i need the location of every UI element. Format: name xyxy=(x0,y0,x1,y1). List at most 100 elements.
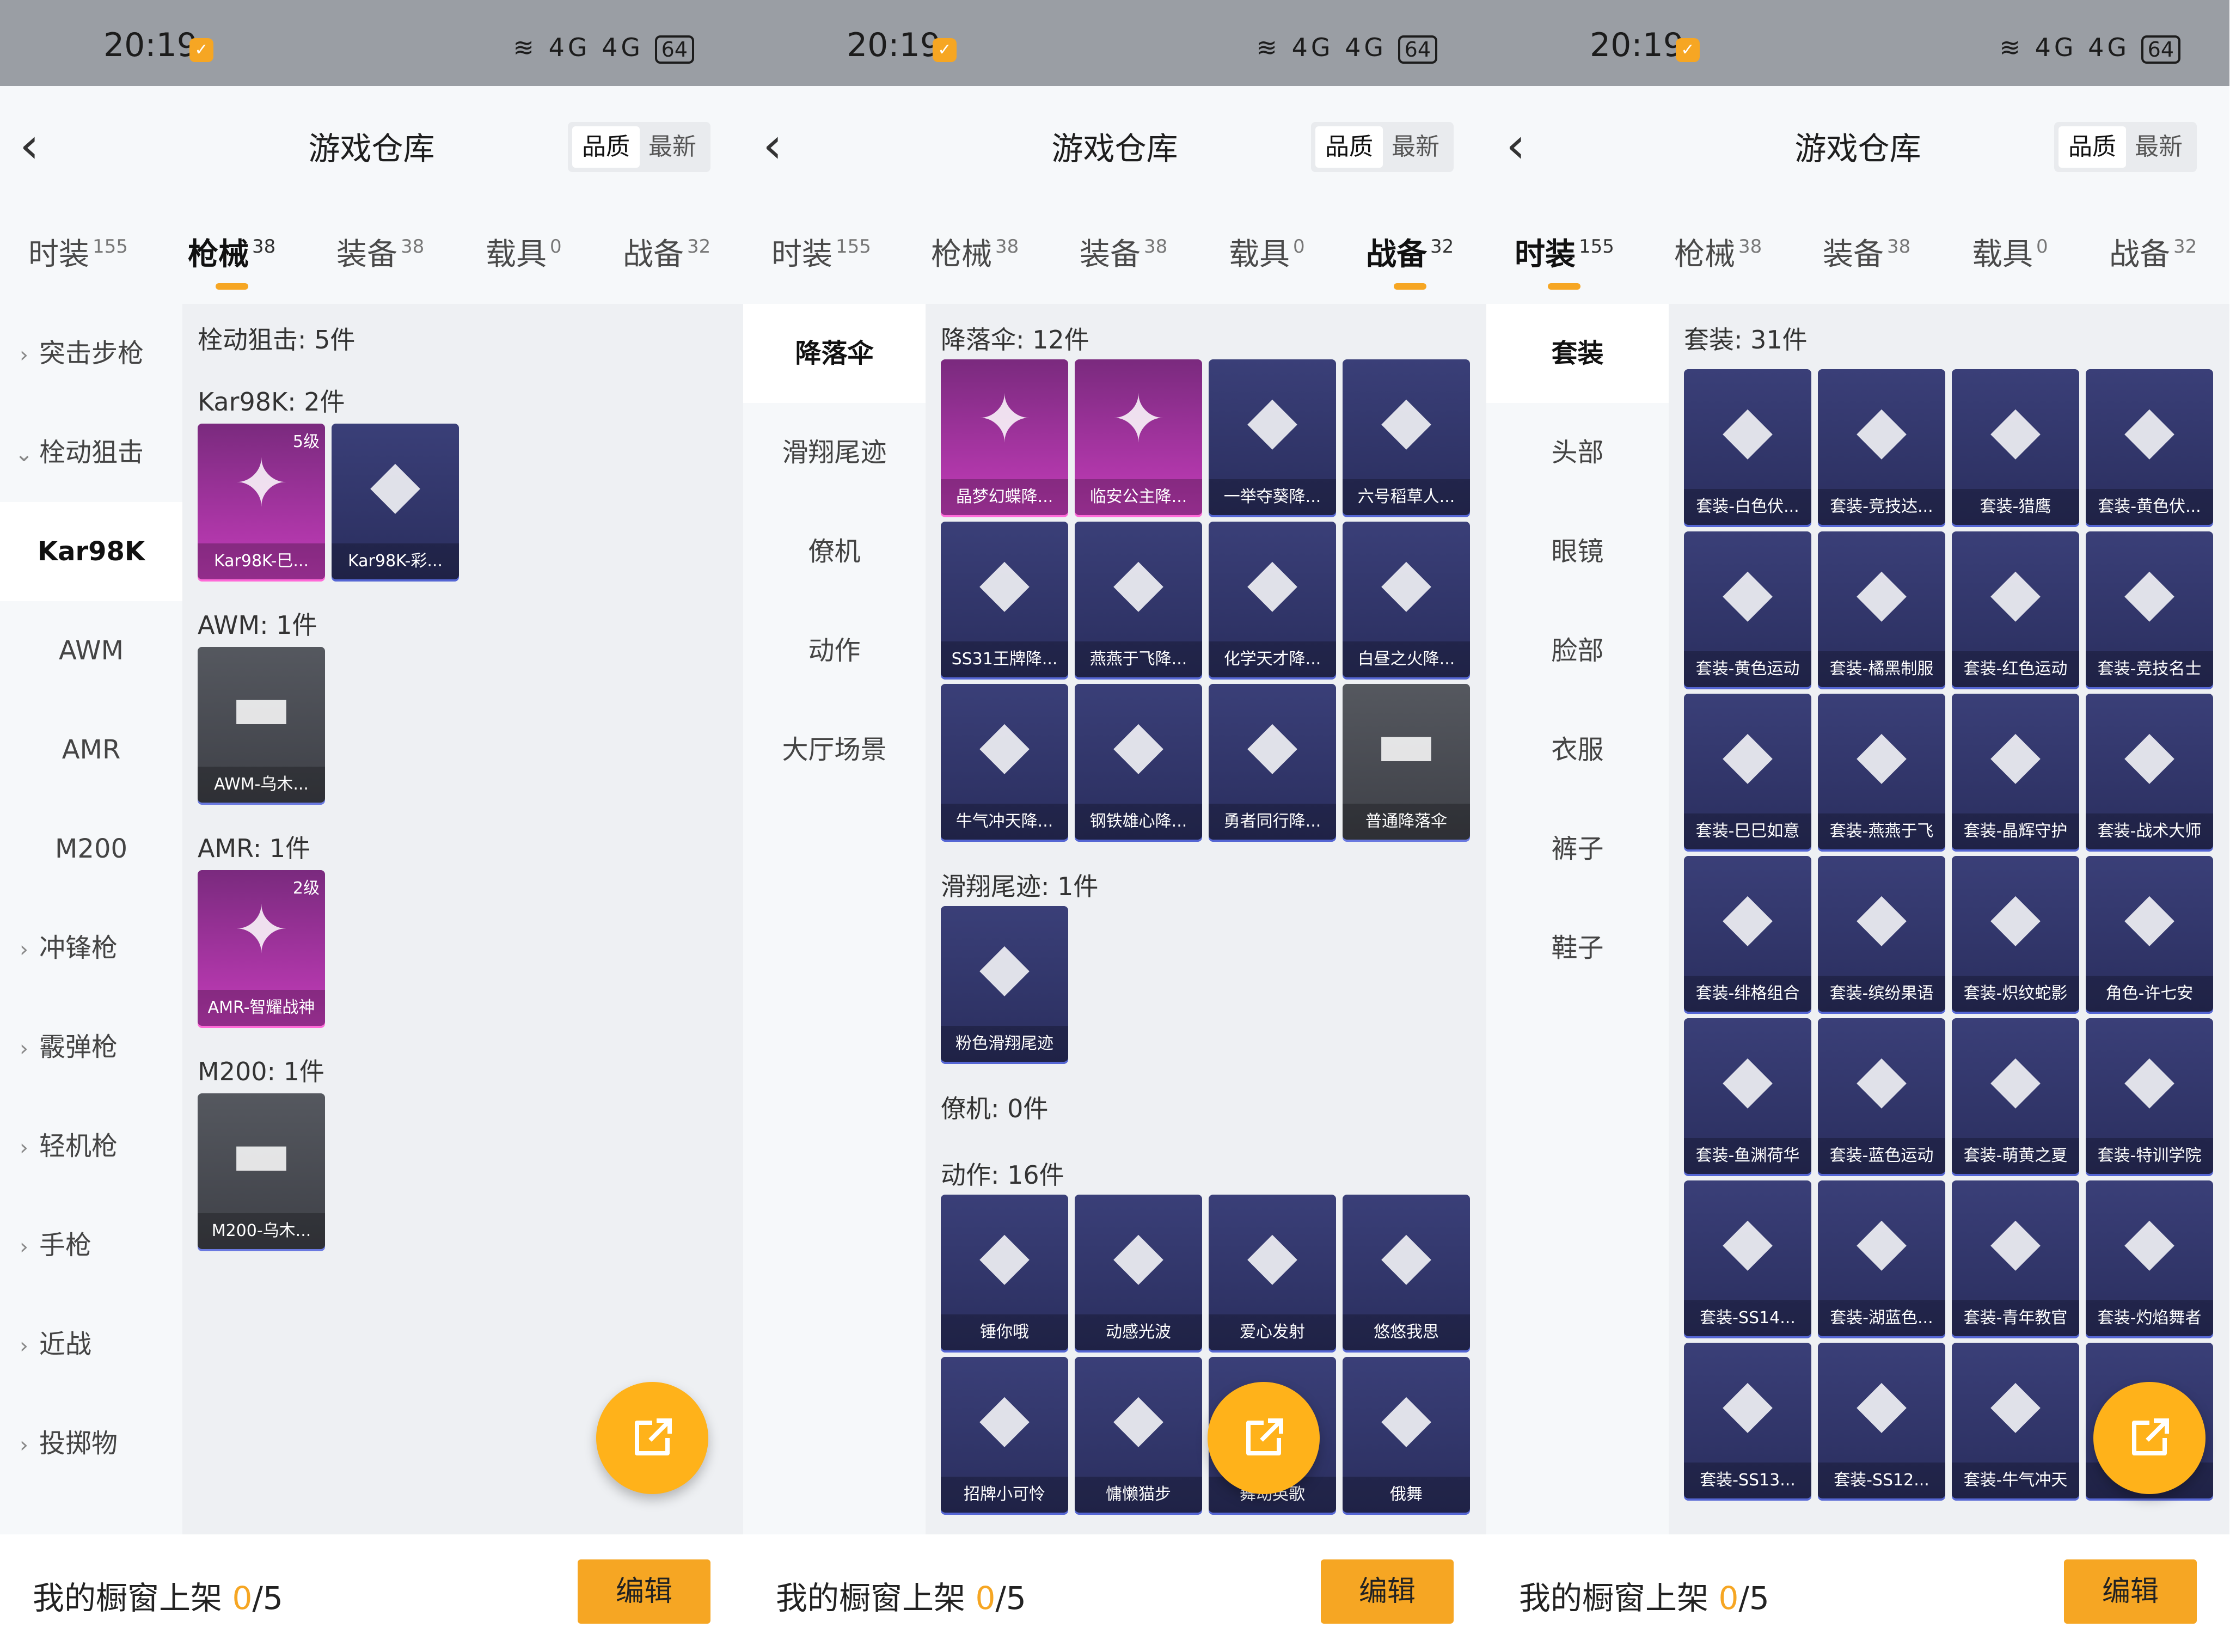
tab-0[interactable]: 时装 155 xyxy=(28,230,128,290)
item-card[interactable]: ◆ 套装-猎鹰 xyxy=(1952,369,2079,525)
sidebar-item-5[interactable]: M200 xyxy=(0,799,182,898)
tab-4[interactable]: 战备 32 xyxy=(1366,230,1454,290)
tab-1[interactable]: 枪械 38 xyxy=(931,230,1019,290)
item-card[interactable]: ◆ 燕燕于飞降... xyxy=(1075,522,1202,677)
item-card[interactable]: ◆ 套装-青年教官 xyxy=(1952,1180,2079,1336)
item-card[interactable]: ✦ AMR-智耀战神 2级 xyxy=(198,870,325,1026)
tab-3[interactable]: 载具 0 xyxy=(1972,230,2048,290)
item-card[interactable]: ◆ 套装-湖蓝色... xyxy=(1818,1180,1945,1336)
tab-2[interactable]: 装备 38 xyxy=(1080,230,1167,290)
sidebar-item-1[interactable]: ⌄ 栓动狙击 xyxy=(0,403,182,502)
tab-0[interactable]: 时装 155 xyxy=(1515,230,1614,290)
sort-latest-button[interactable]: 最新 xyxy=(2125,126,2192,168)
tab-3[interactable]: 载具 0 xyxy=(486,230,562,290)
item-card[interactable]: ◆ 套装-SS13... xyxy=(1684,1343,1811,1498)
sidebar-item-3[interactable]: AWM xyxy=(0,601,182,700)
item-card[interactable]: ◆ 牛气冲天降... xyxy=(941,684,1068,840)
sidebar-item-2[interactable]: 眼镜 xyxy=(1486,502,1669,601)
sort-quality-button[interactable]: 品质 xyxy=(572,126,640,168)
item-card[interactable]: ◆ 套装-特训学院 xyxy=(2086,1018,2213,1174)
sidebar-item-5[interactable]: 裤子 xyxy=(1486,799,1669,898)
item-card[interactable]: ◆ 白昼之火降... xyxy=(1343,522,1470,677)
sidebar-item-2[interactable]: 僚机 xyxy=(743,502,926,601)
item-card[interactable]: ◆ 套装-黄色运动 xyxy=(1684,531,1811,687)
edit-button[interactable]: 编辑 xyxy=(1321,1559,1454,1624)
item-card[interactable]: ◆ 套装-炽纹蛇影 xyxy=(1952,856,2079,1012)
tab-4[interactable]: 战备 32 xyxy=(623,230,710,290)
edit-button[interactable]: 编辑 xyxy=(2064,1559,2197,1624)
sidebar-item-8[interactable]: › 轻机枪 xyxy=(0,1097,182,1196)
item-card[interactable]: ▬ 普通降落伞 xyxy=(1343,684,1470,840)
item-card[interactable]: ◆ 六号稻草人... xyxy=(1343,359,1470,515)
share-fab-button[interactable] xyxy=(2093,1382,2206,1494)
sidebar-item-1[interactable]: 头部 xyxy=(1486,403,1669,502)
item-card[interactable]: ▬ AWM-乌木... xyxy=(198,647,325,803)
item-card[interactable]: ◆ 一举夺葵降... xyxy=(1209,359,1336,515)
item-card[interactable]: ◆ 套装-灼焰舞者 xyxy=(2086,1180,2213,1336)
item-card[interactable]: ◆ 套装-战术大师 xyxy=(2086,694,2213,849)
sidebar-item-11[interactable]: › 投掷物 xyxy=(0,1394,182,1493)
sidebar-item-6[interactable]: › 冲锋枪 xyxy=(0,898,182,998)
tab-1[interactable]: 枪械 38 xyxy=(188,230,275,290)
item-card[interactable]: ◆ 套装-黄色伏... xyxy=(2086,369,2213,525)
item-card[interactable]: ◆ 套装-SS14... xyxy=(1684,1180,1811,1336)
item-card[interactable]: ◆ Kar98K-彩... xyxy=(332,424,459,579)
tab-4[interactable]: 战备 32 xyxy=(2109,230,2197,290)
tab-2[interactable]: 装备 38 xyxy=(336,230,424,290)
item-card[interactable]: ◆ 锤你哦 xyxy=(941,1195,1068,1350)
sort-latest-button[interactable]: 最新 xyxy=(639,126,706,168)
sidebar-item-6[interactable]: 鞋子 xyxy=(1486,898,1669,998)
sort-quality-button[interactable]: 品质 xyxy=(2059,126,2126,168)
item-card[interactable]: ◆ 化学天才降... xyxy=(1209,522,1336,677)
tab-3[interactable]: 载具 0 xyxy=(1229,230,1305,290)
sidebar-item-0[interactable]: 降落伞 xyxy=(743,304,926,403)
sidebar-item-3[interactable]: 脸部 xyxy=(1486,601,1669,700)
item-card[interactable]: ◆ 套装-SS12... xyxy=(1818,1343,1945,1498)
item-card[interactable]: ◆ 粉色滑翔尾迹 xyxy=(941,906,1068,1062)
item-card[interactable]: ◆ 悠悠我思 xyxy=(1343,1195,1470,1350)
sidebar-item-1[interactable]: 滑翔尾迹 xyxy=(743,403,926,502)
item-card[interactable]: ◆ 动感光波 xyxy=(1075,1195,1202,1350)
item-card[interactable]: ◆ 角色-许七安 xyxy=(2086,856,2213,1012)
sidebar-item-4[interactable]: 衣服 xyxy=(1486,700,1669,799)
tab-2[interactable]: 装备 38 xyxy=(1823,230,1910,290)
sidebar-item-3[interactable]: 动作 xyxy=(743,601,926,700)
item-card[interactable]: ◆ 套装-萌黄之夏 xyxy=(1952,1018,2079,1174)
item-card[interactable]: ◆ 套装-燕燕于飞 xyxy=(1818,694,1945,849)
share-fab-button[interactable] xyxy=(596,1382,708,1494)
sidebar-item-2[interactable]: Kar98K xyxy=(0,502,182,601)
share-fab-button[interactable] xyxy=(1208,1382,1320,1494)
item-card[interactable]: ◆ 套装-缤纷果语 xyxy=(1818,856,1945,1012)
item-card[interactable]: ◆ 爱心发射 xyxy=(1209,1195,1336,1350)
item-card[interactable]: ◆ 招牌小可怜 xyxy=(941,1357,1068,1513)
item-card[interactable]: ◆ 套装-绯格组合 xyxy=(1684,856,1811,1012)
sidebar-item-7[interactable]: › 霰弹枪 xyxy=(0,998,182,1097)
item-card[interactable]: ◆ 俄舞 xyxy=(1343,1357,1470,1513)
tab-1[interactable]: 枪械 38 xyxy=(1674,230,1762,290)
item-card[interactable]: ◆ 勇者同行降... xyxy=(1209,684,1336,840)
edit-button[interactable]: 编辑 xyxy=(578,1559,710,1624)
sidebar-item-0[interactable]: › 突击步枪 xyxy=(0,304,182,403)
item-card[interactable]: ◆ 钢铁雄心降... xyxy=(1075,684,1202,840)
item-card[interactable]: ✦ 临安公主降... xyxy=(1075,359,1202,515)
item-card[interactable]: ◆ SS31王牌降... xyxy=(941,522,1068,677)
sidebar-item-0[interactable]: 套装 xyxy=(1486,304,1669,403)
sidebar-item-10[interactable]: › 近战 xyxy=(0,1295,182,1394)
item-card[interactable]: ◆ 套装-竞技名士 xyxy=(2086,531,2213,687)
tab-0[interactable]: 时装 155 xyxy=(771,230,871,290)
item-card[interactable]: ◆ 套装-鱼渊荷华 xyxy=(1684,1018,1811,1174)
sort-quality-button[interactable]: 品质 xyxy=(1315,126,1383,168)
item-card[interactable]: ◆ 套装-牛气冲天 xyxy=(1952,1343,2079,1498)
item-card[interactable]: ◆ 慵懒猫步 xyxy=(1075,1357,1202,1513)
sidebar-item-4[interactable]: 大厅场景 xyxy=(743,700,926,799)
item-card[interactable]: ◆ 套装-红色运动 xyxy=(1952,531,2079,687)
item-card[interactable]: ◆ 套装-晶辉守护 xyxy=(1952,694,2079,849)
item-card[interactable]: ✦ Kar98K-巳... 5级 xyxy=(198,424,325,579)
item-card[interactable]: ◆ 套装-白色伏... xyxy=(1684,369,1811,525)
sidebar-item-9[interactable]: › 手枪 xyxy=(0,1196,182,1295)
sidebar-item-4[interactable]: AMR xyxy=(0,700,182,799)
item-card[interactable]: ◆ 套装-橘黑制服 xyxy=(1818,531,1945,687)
item-card[interactable]: ◆ 套装-巳巳如意 xyxy=(1684,694,1811,849)
item-card[interactable]: ▬ M200-乌木... xyxy=(198,1093,325,1249)
item-card[interactable]: ◆ 套装-竞技达... xyxy=(1818,369,1945,525)
